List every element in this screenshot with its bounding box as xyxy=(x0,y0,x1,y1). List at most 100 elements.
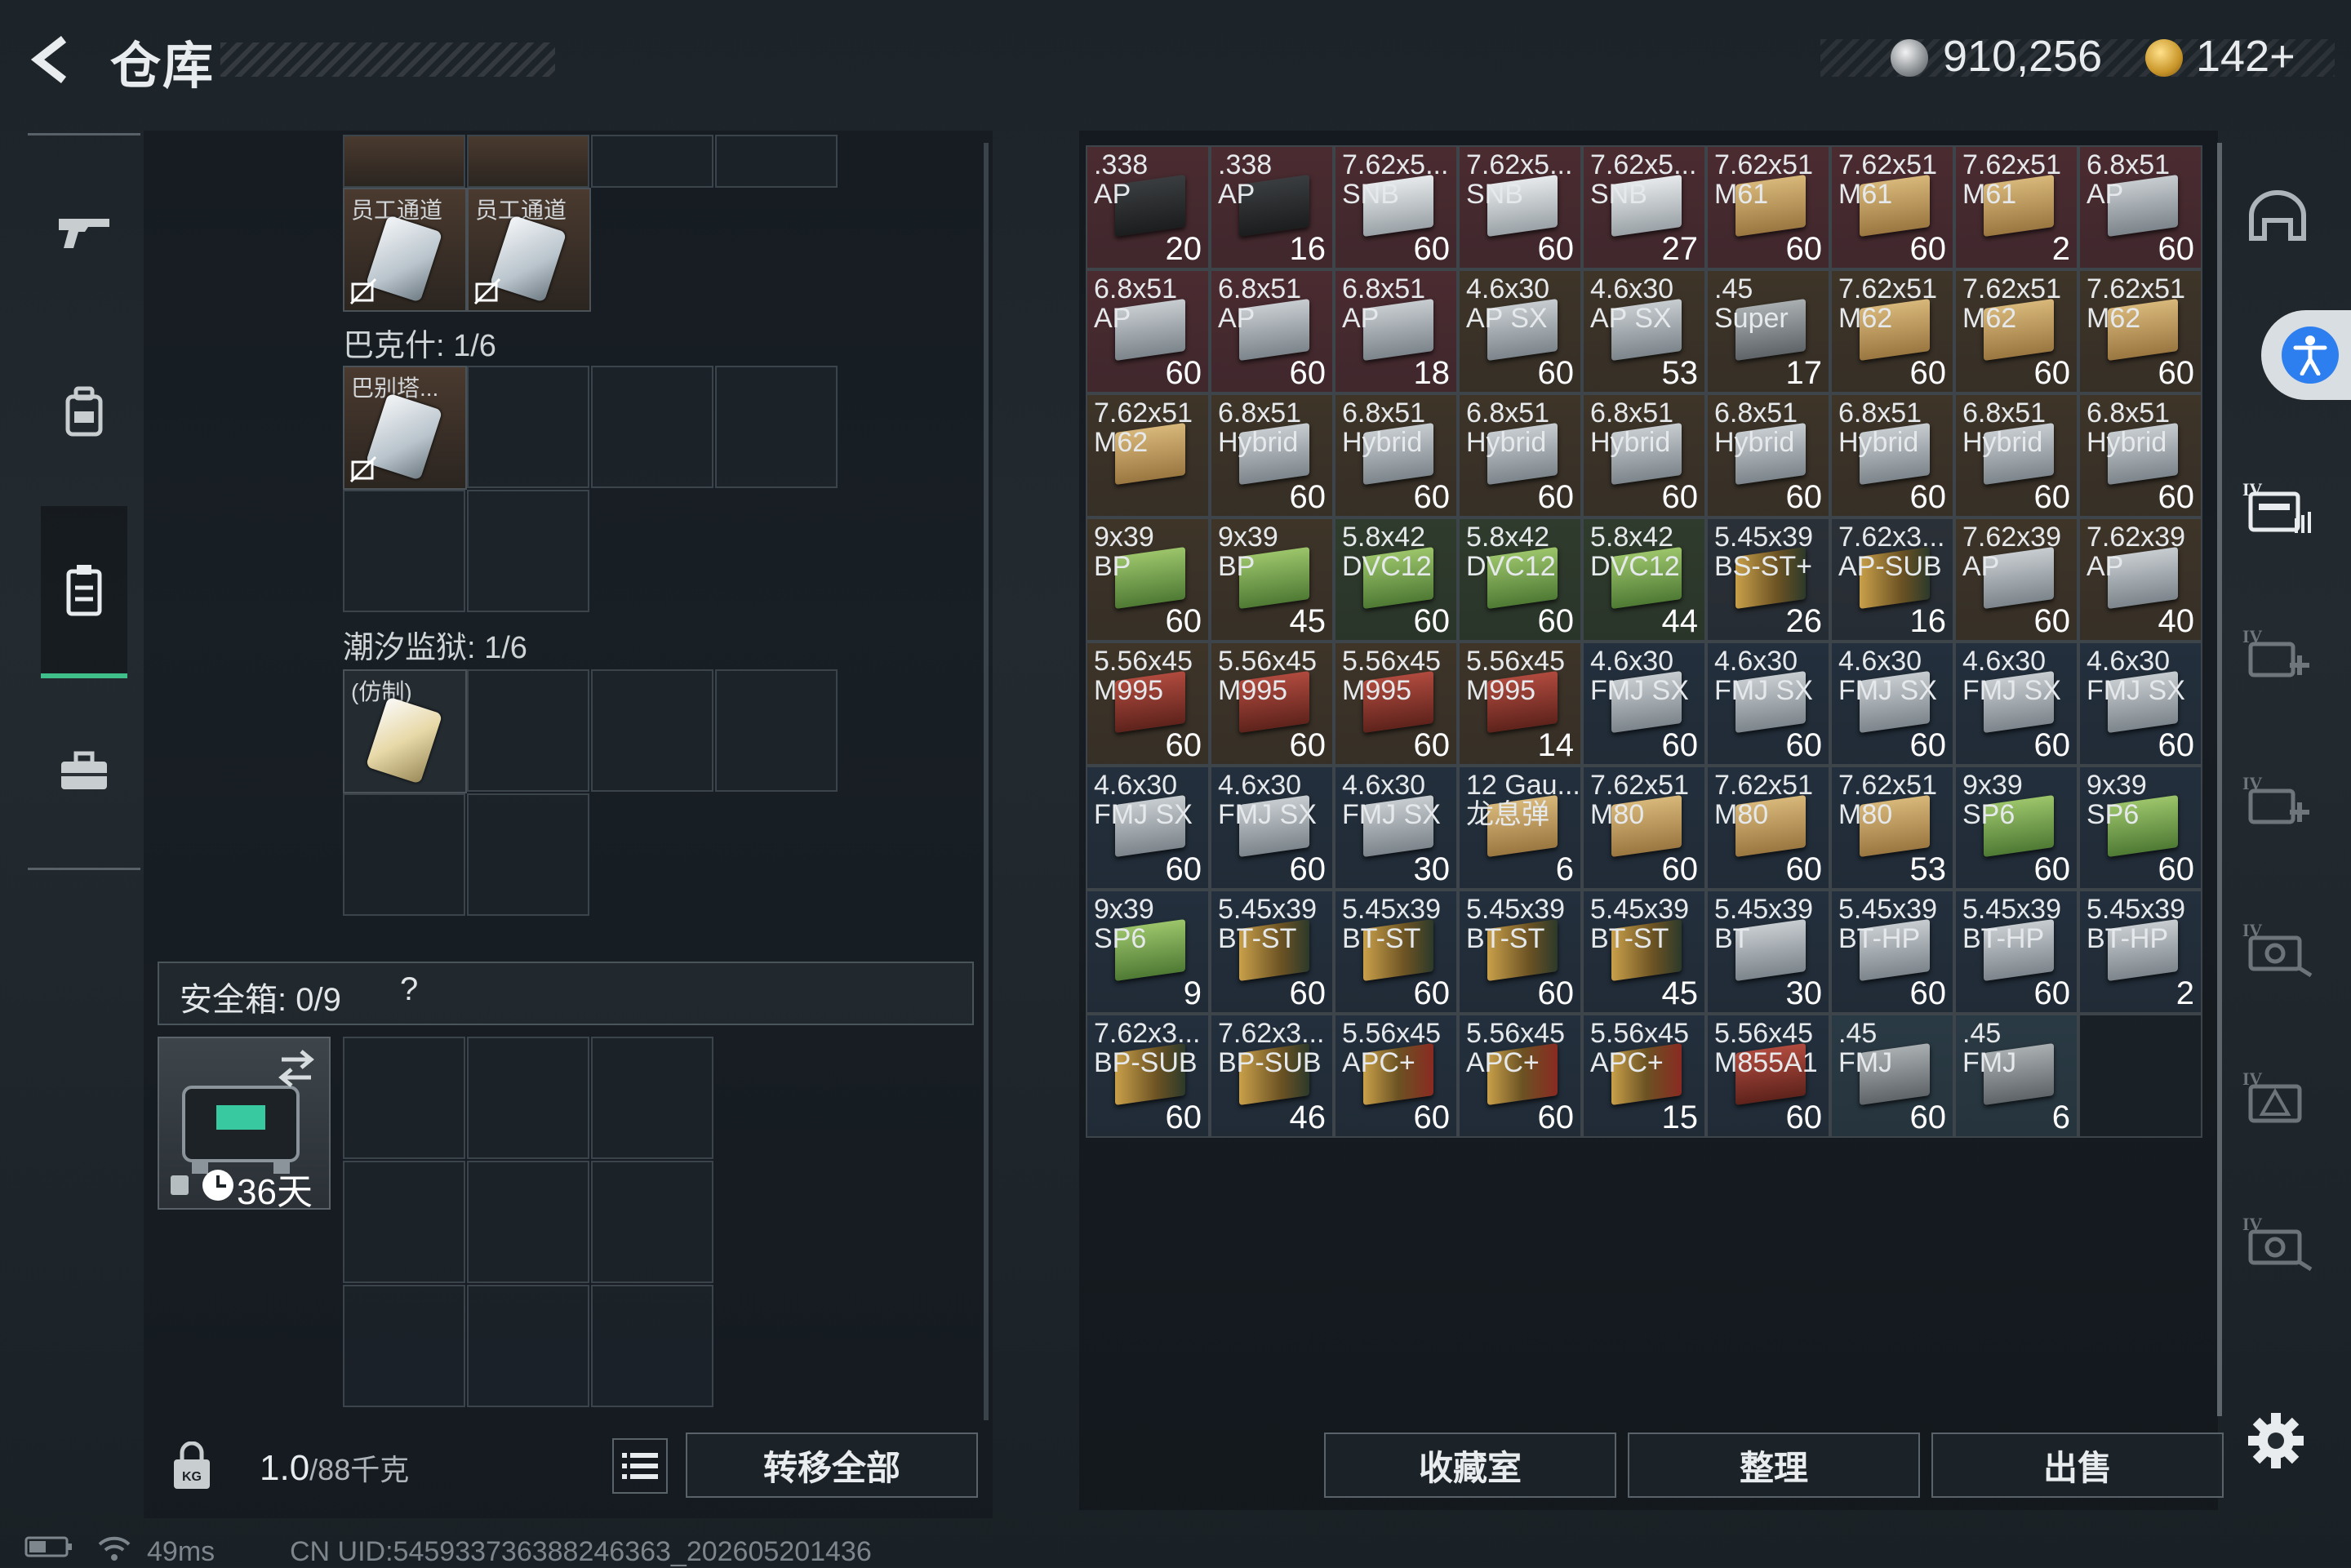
stash-cell[interactable] xyxy=(343,793,465,916)
ammo-slot[interactable]: 7.62x51 M61 60 xyxy=(1706,145,1830,269)
backpack-icon[interactable] xyxy=(28,351,140,473)
safebox-cell[interactable] xyxy=(591,1161,713,1283)
ammo-slot[interactable]: 7.62x51 M80 60 xyxy=(1582,766,1706,890)
camera-slot-icon[interactable]: IV xyxy=(2233,1198,2322,1288)
ammo-slot[interactable]: 5.45x39 BT-ST 60 xyxy=(1210,890,1334,1014)
stash-scrollbar[interactable] xyxy=(984,143,989,1420)
stash-cell[interactable] xyxy=(467,490,589,612)
help-icon[interactable]: ? xyxy=(400,971,418,1008)
ammo-slot[interactable]: 5.8x42 DVC12 60 xyxy=(1458,517,1582,642)
ammo-slot[interactable]: 6.8x51 AP 60 xyxy=(1210,269,1334,393)
collection-room-button[interactable]: 收藏室 xyxy=(1324,1433,1616,1498)
ammo-slot[interactable]: 7.62x51 M62 60 xyxy=(1954,269,2078,393)
stash-cell[interactable] xyxy=(467,135,589,188)
ammo-slot[interactable]: 5.45x39 BT-HP 60 xyxy=(1830,890,1954,1014)
ammo-slot[interactable]: 5.45x39 BT-HP 2 xyxy=(2078,890,2202,1014)
ammo-slot[interactable]: 6.8x51 Hybrid 60 xyxy=(1830,393,1954,517)
currency-gold-amount[interactable]: 142+ xyxy=(2196,31,2295,82)
sell-button[interactable]: 出售 xyxy=(1931,1433,2224,1498)
safebox-cell[interactable] xyxy=(467,1037,589,1159)
list-view-button[interactable] xyxy=(612,1438,668,1494)
add-slot-icon[interactable]: IV xyxy=(2233,611,2322,700)
safebox-cell[interactable] xyxy=(467,1285,589,1407)
storage-icon[interactable] xyxy=(28,529,140,651)
accessibility-icon[interactable] xyxy=(2282,326,2339,384)
ammo-slot[interactable]: 4.6x30 FMJ SX 60 xyxy=(1582,642,1706,766)
ammo-slot[interactable]: 7.62x51 M80 53 xyxy=(1830,766,1954,890)
stash-cell[interactable] xyxy=(467,669,589,792)
ammo-slot[interactable]: 9x39 BP 45 xyxy=(1210,517,1334,642)
organize-button[interactable]: 整理 xyxy=(1628,1433,1920,1498)
ammo-slot[interactable]: 4.6x30 FMJ SX 60 xyxy=(1706,642,1830,766)
ammo-slot[interactable]: 6.8x51 AP 60 xyxy=(1086,269,1210,393)
stash-cell[interactable] xyxy=(467,366,589,488)
ammo-slot[interactable]: 5.45x39 BT 30 xyxy=(1706,890,1830,1014)
stash-cell[interactable] xyxy=(715,669,838,792)
ammo-slot[interactable]: 6.8x51 Hybrid 60 xyxy=(1334,393,1458,517)
ammo-slot[interactable]: 6.8x51 Hybrid 60 xyxy=(2078,393,2202,517)
ammo-slot[interactable]: 7.62x3... AP-SUB 16 xyxy=(1830,517,1954,642)
ammo-slot[interactable]: 4.6x30 AP SX 53 xyxy=(1582,269,1706,393)
ammo-slot[interactable]: 6.8x51 Hybrid 60 xyxy=(1706,393,1830,517)
ammo-slot[interactable]: 5.56x45 M995 60 xyxy=(1334,642,1458,766)
ammo-slot[interactable]: 7.62x5... SNB 60 xyxy=(1458,145,1582,269)
ammo-slot[interactable]: 4.6x30 AP SX 60 xyxy=(1458,269,1582,393)
ammo-slot[interactable]: 4.6x30 FMJ SX 60 xyxy=(1830,642,1954,766)
stash-cell[interactable] xyxy=(715,135,838,188)
ammo-slot[interactable]: 7.62x51 M61 2 xyxy=(1954,145,2078,269)
gear-icon[interactable] xyxy=(2243,1408,2309,1473)
ammo-slot[interactable]: 5.8x42 DVC12 44 xyxy=(1582,517,1706,642)
stash-cell[interactable] xyxy=(591,669,713,792)
ammo-slot[interactable]: 9x39 SP6 9 xyxy=(1086,890,1210,1014)
transfer-all-button[interactable]: 转移全部 xyxy=(686,1433,978,1498)
ammo-slot[interactable]: 6.8x51 AP 60 xyxy=(2078,145,2202,269)
ammo-slot[interactable]: 7.62x51 M62 xyxy=(1086,393,1210,517)
briefcase-icon[interactable] xyxy=(28,710,140,833)
ammo-slot[interactable]: 4.6x30 FMJ SX 60 xyxy=(1954,642,2078,766)
ammo-slot[interactable]: 5.45x39 BT-ST 60 xyxy=(1458,890,1582,1014)
ammo-slot-empty[interactable] xyxy=(2078,1014,2202,1138)
ammo-slot[interactable]: 5.56x45 M995 14 xyxy=(1458,642,1582,766)
warning-slot-icon[interactable]: IV xyxy=(2233,1053,2322,1143)
stash-cell[interactable] xyxy=(343,135,465,188)
helmet-icon[interactable] xyxy=(2233,171,2322,261)
ammo-slot[interactable]: 7.62x5... SNB 60 xyxy=(1334,145,1458,269)
safebox-cell[interactable] xyxy=(591,1037,713,1159)
ammo-slot[interactable]: 5.45x39 BT-ST 60 xyxy=(1334,890,1458,1014)
gun-icon[interactable] xyxy=(28,171,140,294)
ammo-slot[interactable]: .45 Super 17 xyxy=(1706,269,1830,393)
keycard-item[interactable]: 员工通道 xyxy=(343,188,467,312)
ammo-slot[interactable]: 5.56x45 APC+ 60 xyxy=(1458,1014,1582,1138)
ammo-slot[interactable]: 5.45x39 BT-ST 45 xyxy=(1582,890,1706,1014)
ammo-slot[interactable]: 7.62x51 M62 60 xyxy=(2078,269,2202,393)
ammo-slot[interactable]: .338 AP 20 xyxy=(1086,145,1210,269)
back-arrow-icon[interactable] xyxy=(24,31,82,88)
ammo-slot[interactable]: 7.62x3... BP-SUB 60 xyxy=(1086,1014,1210,1138)
ammo-slot[interactable]: 6.8x51 Hybrid 60 xyxy=(1954,393,2078,517)
ammo-slot[interactable]: 6.8x51 Hybrid 60 xyxy=(1582,393,1706,517)
ammo-slot[interactable]: 7.62x3... BP-SUB 46 xyxy=(1210,1014,1334,1138)
ammo-slot[interactable]: 5.56x45 M995 60 xyxy=(1210,642,1334,766)
stash-cell[interactable] xyxy=(591,366,713,488)
ammo-scrollbar[interactable] xyxy=(2217,143,2222,1416)
ammo-slot[interactable]: 5.56x45 M855A1 60 xyxy=(1706,1014,1830,1138)
ammo-slot[interactable]: 9x39 BP 60 xyxy=(1086,517,1210,642)
safebox-cell[interactable] xyxy=(467,1161,589,1283)
ammo-slot[interactable]: 7.62x39 AP 60 xyxy=(1954,517,2078,642)
stash-cell[interactable] xyxy=(467,793,589,916)
ammo-slot[interactable]: 7.62x51 M80 60 xyxy=(1706,766,1830,890)
safebox-cell[interactable] xyxy=(343,1285,465,1407)
ammo-slot[interactable]: 5.56x45 APC+ 15 xyxy=(1582,1014,1706,1138)
ammo-slot[interactable]: .45 FMJ 6 xyxy=(1954,1014,2078,1138)
ammo-slot[interactable]: 4.6x30 FMJ SX 30 xyxy=(1334,766,1458,890)
ammo-slot[interactable]: .45 FMJ 60 xyxy=(1830,1014,1954,1138)
ammo-slot[interactable]: 5.45x39 BS-ST+ 26 xyxy=(1706,517,1830,642)
ammo-slot[interactable]: 12 Gau... 龙息弹 6 xyxy=(1458,766,1582,890)
ammo-slot[interactable]: 5.56x45 APC+ 60 xyxy=(1334,1014,1458,1138)
stash-cell[interactable] xyxy=(591,135,713,188)
ammo-slot[interactable]: 9x39 SP6 60 xyxy=(2078,766,2202,890)
safebox-cell[interactable] xyxy=(343,1161,465,1283)
ammo-slot[interactable]: 4.6x30 FMJ SX 60 xyxy=(2078,642,2202,766)
keycard-item[interactable]: 员工通道 xyxy=(467,188,591,312)
ammo-slot[interactable]: 7.62x51 M61 60 xyxy=(1830,145,1954,269)
